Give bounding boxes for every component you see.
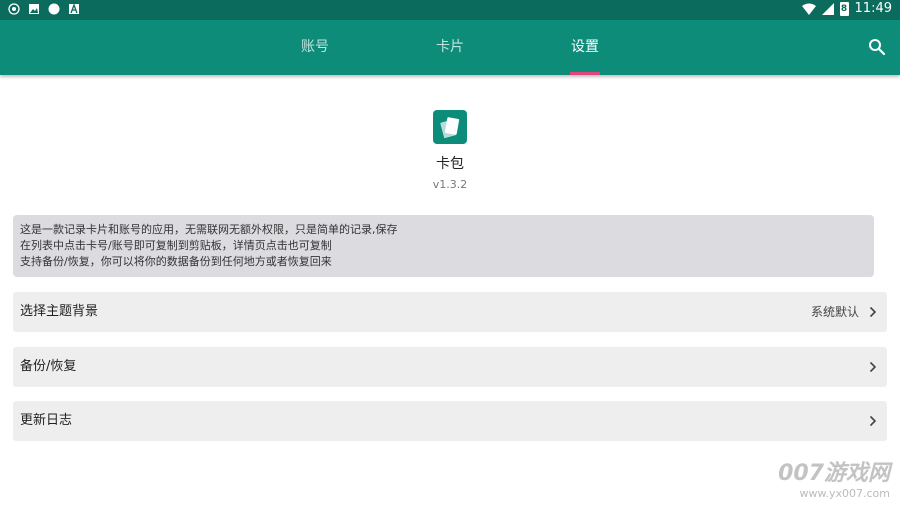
cards-icon (433, 110, 467, 144)
tab-label: 账号 (301, 39, 329, 55)
description-box: 这是一款记录卡片和账号的应用，无需联网无额外权限，只是简单的记录,保存 在列表中… (13, 215, 874, 277)
watermark: 007游戏网 www.yx007.com (778, 455, 890, 500)
active-tab-indicator (570, 72, 600, 75)
tab-settings[interactable]: 设置 (525, 20, 645, 75)
notification-icons (8, 3, 80, 15)
chevron-right-icon (869, 415, 877, 427)
search-icon[interactable] (868, 38, 886, 56)
row-label: 选择主题背景 (20, 304, 99, 319)
row-label: 更新日志 (20, 413, 73, 428)
app-name: 卡包 (436, 156, 464, 172)
backup-restore-row[interactable]: 备份/恢复 (13, 347, 887, 387)
description-line: 支持备份/恢复，你可以将你的数据备份到任何地方或者恢复回来 (20, 255, 332, 268)
tab-label: 设置 (571, 39, 599, 55)
signal-icon (821, 2, 834, 15)
theme-setting-row[interactable]: 选择主题背景 系统默认 (13, 292, 887, 332)
description-line: 这是一款记录卡片和账号的应用，无需联网无额外权限，只是简单的记录,保存 (20, 223, 398, 236)
about-section: 卡包 v1.3.2 (0, 110, 900, 191)
changelog-row[interactable]: 更新日志 (13, 401, 887, 441)
tab-cards[interactable]: 卡片 (390, 20, 510, 75)
app-bar: 账号 卡片 设置 (0, 20, 900, 75)
chat-bubble-icon (48, 3, 60, 15)
image-icon (29, 4, 39, 14)
status-bar: 8 11:49 (0, 0, 900, 20)
app-version: v1.3.2 (432, 178, 468, 191)
description-line: 在列表中点击卡号/账号即可复制到剪贴板，详情页点击也可复制 (20, 239, 332, 252)
font-icon (69, 3, 79, 14)
watermark-brand: 007游戏网 (778, 461, 890, 486)
wifi-icon (801, 3, 816, 15)
row-label: 备份/恢复 (20, 359, 77, 374)
clock: 11:49 (854, 1, 892, 16)
chevron-right-icon (869, 361, 877, 373)
system-indicators: 8 11:49 (801, 1, 892, 16)
theme-value: 系统默认 (810, 305, 859, 319)
tab-label: 卡片 (436, 39, 464, 55)
notification-app-icon (8, 3, 20, 15)
chevron-right-icon (869, 306, 877, 318)
battery-indicator: 8 (839, 1, 849, 16)
tab-accounts[interactable]: 账号 (255, 20, 375, 75)
watermark-url: www.yx007.com (799, 487, 890, 500)
battery-level: 8 (840, 3, 848, 14)
